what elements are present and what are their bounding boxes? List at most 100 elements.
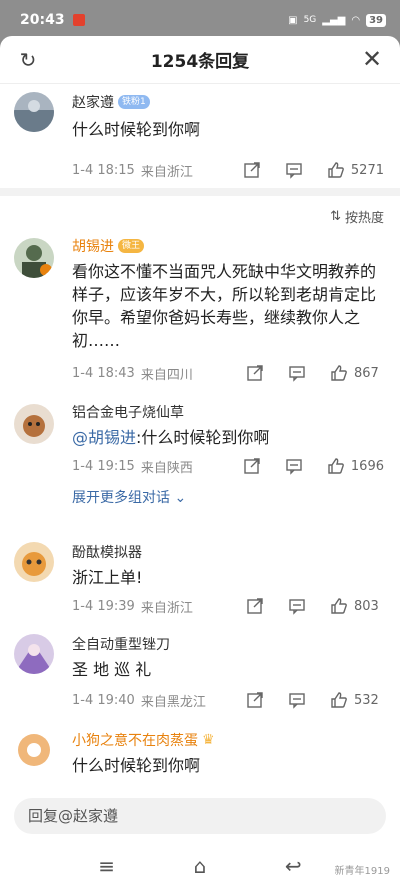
comment-location: 来自黑龙江 [140,694,206,710]
like-count: 5271 [350,162,384,178]
like-button[interactable]: 803 [330,597,384,615]
comment-text: 看你这不懂不当面咒人死缺中华文明教养的样子，应该年岁不大，所以轮到老胡肯定比你早… [72,262,377,350]
share-button[interactable] [243,161,261,179]
avatar[interactable] [14,238,54,278]
thumbs-up-icon [331,692,347,708]
reply-button[interactable] [288,364,306,382]
root-comment[interactable]: 赵家遵 铁粉1 什么时候轮到你啊 1-4 18:15 来自浙江 5271 [0,84,400,188]
sheet-header: ↻ 1254条回复 ✕ [0,36,400,84]
watermark: 新青年1919 [334,866,390,877]
sort-icon: ⇅ [330,208,341,224]
avatar-image [14,238,54,278]
share-icon [244,458,260,474]
expand-label[interactable]: 展开更多组对话 [72,490,170,506]
close-icon[interactable]: ✕ [360,47,384,72]
mention-link[interactable]: @胡锡进 [72,428,136,447]
reply-button[interactable] [285,161,303,179]
status-time: 20:43 [20,12,65,28]
avatar[interactable] [14,542,54,582]
reply-item[interactable]: 酚酞模拟器 浙江上单! 1-4 19:39 来自浙江 803 [0,530,400,626]
reply-button[interactable] [288,691,306,709]
username[interactable]: 酚酞模拟器 [72,542,384,562]
comment-icon [286,163,302,179]
thumbs-up-icon [328,458,344,474]
username-text[interactable]: 小狗之意不在肉蒸蛋 [72,730,198,750]
comment-meta: 1-4 19:15 来自陕西 1696 [72,455,384,477]
avatar-image [14,404,54,444]
reply-button[interactable] [285,457,303,475]
username-text[interactable]: 胡锡进 [72,236,114,256]
username[interactable]: 赵家遵 铁粉1 [72,92,384,112]
fan-badge: 铁粉1 [118,95,150,109]
username-text[interactable]: 酚酞模拟器 [72,542,142,562]
section-divider [0,188,400,196]
signal-label: 5G [303,14,317,25]
comment-date: 1-4 19:40 [72,692,135,708]
avatar[interactable] [14,730,54,770]
share-icon [247,365,263,381]
avatar-image [14,730,54,770]
like-button[interactable]: 867 [330,364,384,382]
username[interactable]: 胡锡进 微王 [72,236,384,256]
sort-label: 按热度 [344,210,384,226]
comment-meta: 1-4 19:40 来自黑龙江 532 [72,689,384,711]
comment-date: 1-4 19:15 [72,458,135,474]
refresh-icon[interactable]: ↻ [16,48,40,72]
chevron-down-icon: ⌄ [174,490,187,506]
comment-text: 什么时候轮到你啊 [72,120,201,139]
share-button[interactable] [246,364,264,382]
share-button[interactable] [246,691,264,709]
username-text[interactable]: 赵家遵 [72,92,114,112]
comment-actions: 867 [222,364,384,382]
comment-icon [289,693,305,709]
avatar-image [14,542,54,582]
sheet-title: 1254条回复 [150,52,250,72]
like-button[interactable]: 5271 [327,161,384,179]
avatar[interactable] [14,634,54,674]
thumbs-up-icon [331,598,347,614]
status-right: ▣ 5G ▂▄▆ ◠ 39 [288,13,386,27]
battery-indicator: 39 [366,13,386,27]
comment-text: @胡锡进:什么时候轮到你啊 [72,426,384,449]
share-button[interactable] [243,457,261,475]
reply-item[interactable]: 全自动重型锉刀 圣 地 巡 礼 1-4 19:40 来自黑龙江 532 [0,626,400,722]
sort-toggle[interactable]: ⇅ 按热度 [0,196,400,236]
reply-item[interactable]: 胡锡进 微王 看你这不懂不当面咒人死缺中华文明教养的样子，应该年岁不大，所以轮到… [0,236,400,396]
thumbs-up-icon [328,162,344,178]
reply-input[interactable]: 回复@赵家遵 [14,798,386,834]
reply-item[interactable]: 小狗之意不在肉蒸蛋 ♛ 什么时候轮到你啊 [0,722,400,782]
thumbs-up-icon [331,365,347,381]
comment-icon [286,459,302,475]
expand-conversation-link[interactable]: 展开更多组对话 ⌄ [72,487,384,507]
reply-item[interactable]: 铝合金电子烧仙草 @胡锡进:什么时候轮到你啊 1-4 19:15 来自陕西 16… [0,396,400,530]
comment-location: 来自陕西 [140,460,193,476]
status-bar: 20:43 ▣ 5G ▂▄▆ ◠ 39 [0,0,400,40]
like-button[interactable]: 532 [330,691,384,709]
like-count: 532 [354,692,379,708]
comment-actions: 5271 [219,161,384,179]
comment-location: 来自浙江 [140,600,193,616]
username[interactable]: 小狗之意不在肉蒸蛋 ♛ [72,730,384,750]
share-button[interactable] [246,597,264,615]
comment-actions: 1696 [219,457,384,475]
home-icon[interactable]: ⌂ [180,854,220,878]
username-text[interactable]: 全自动重型锉刀 [72,634,170,654]
comment-body: :什么时候轮到你啊 [136,428,270,447]
menu-icon[interactable]: ≡ [87,854,127,878]
like-button[interactable]: 1696 [327,457,384,475]
username[interactable]: 全自动重型锉刀 [72,634,384,654]
avatar-image [14,634,54,674]
username-text[interactable]: 铝合金电子烧仙草 [72,402,184,422]
avatar[interactable] [14,404,54,444]
reply-button[interactable] [288,597,306,615]
username[interactable]: 铝合金电子烧仙草 [72,402,384,422]
avatar[interactable] [14,92,54,132]
comment-actions: 803 [222,597,384,615]
comment-meta: 1-4 18:43 来自四川 867 [72,362,384,384]
like-count: 867 [354,365,379,381]
crown-icon: ♛ [202,732,215,748]
back-icon[interactable]: ↩ [273,854,313,878]
comment-meta: 1-4 18:15 来自浙江 5271 [72,159,384,181]
comment-text: 圣 地 巡 礼 [72,660,152,679]
comment-location: 来自四川 [140,367,193,383]
